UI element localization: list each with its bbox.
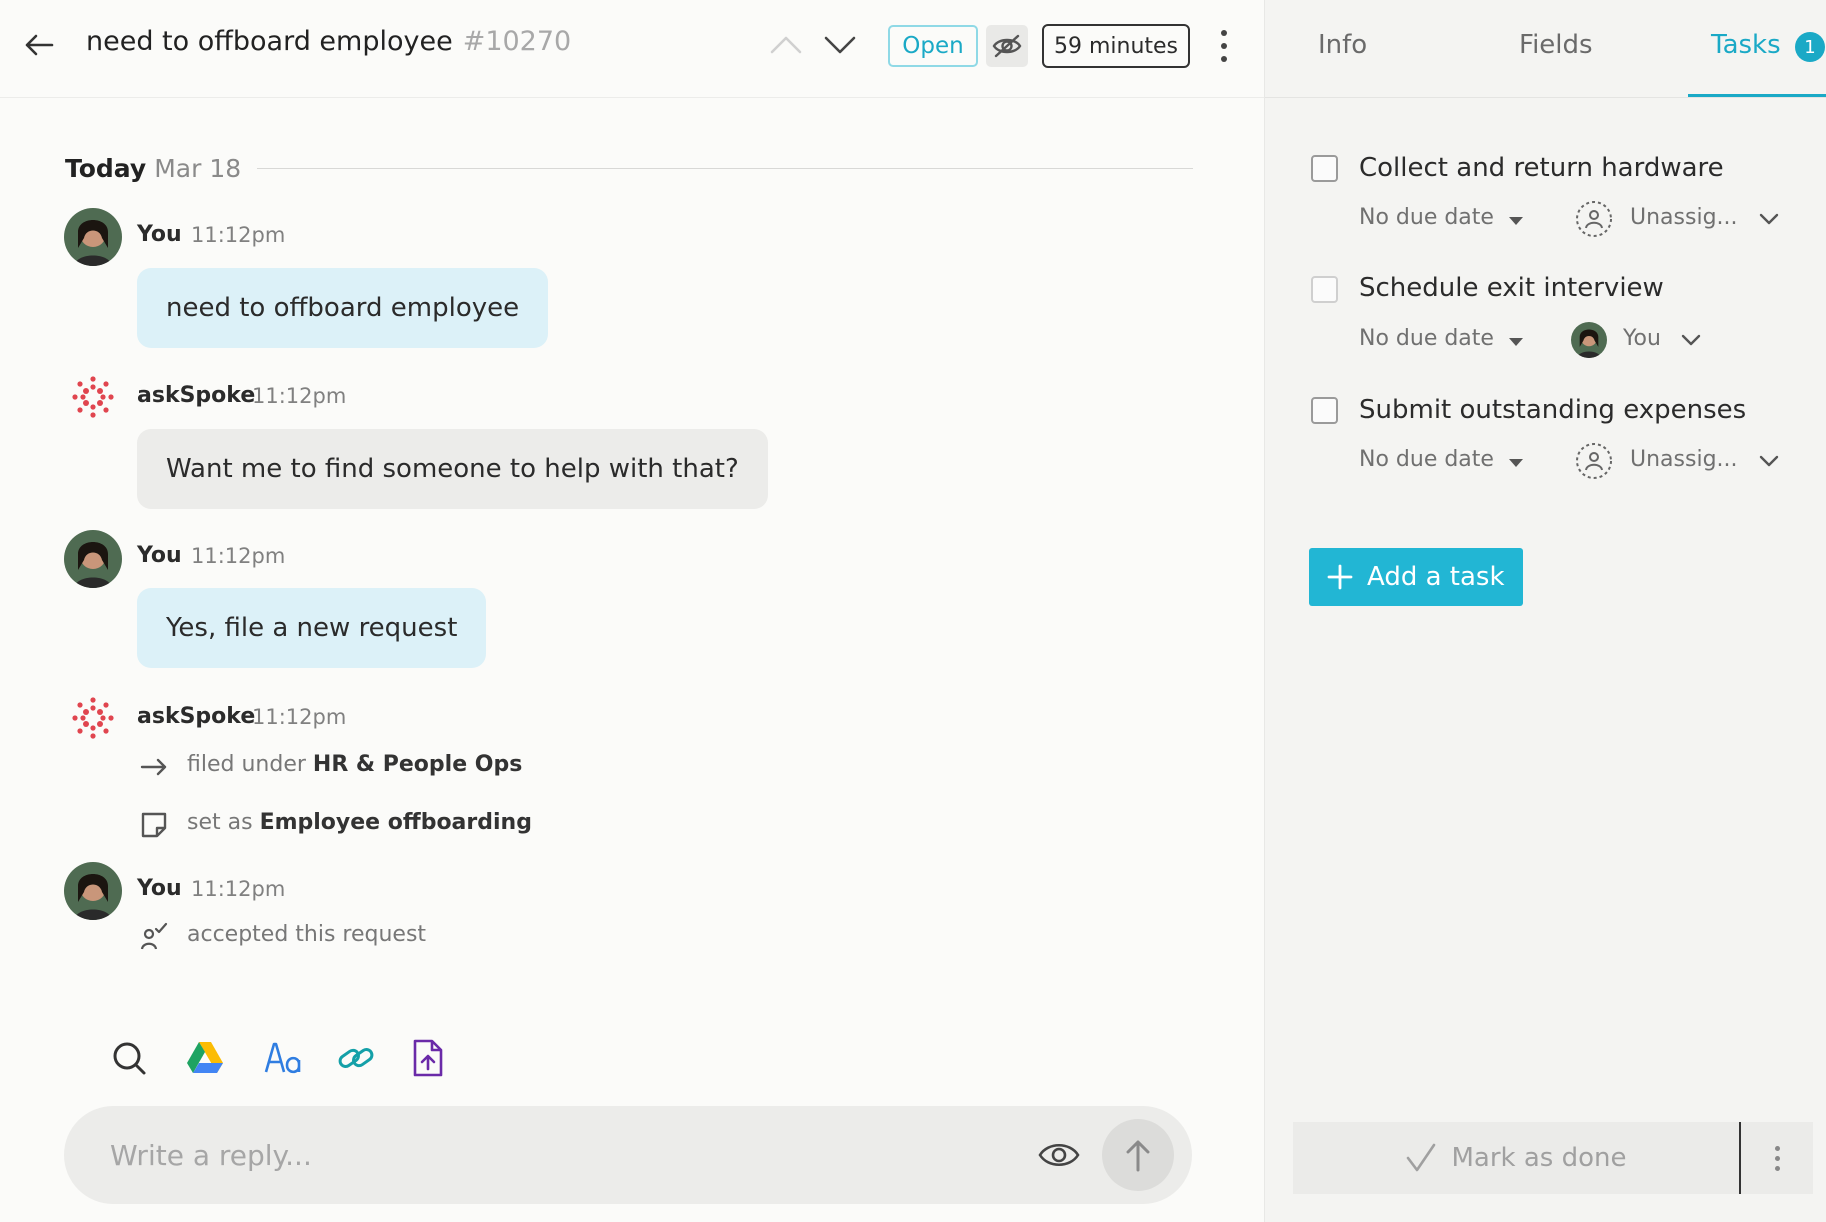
task-assignee[interactable]: Unassig... bbox=[1630, 205, 1738, 230]
date-today: Today bbox=[65, 154, 147, 183]
chevron-down-icon[interactable] bbox=[822, 30, 858, 60]
task-due-date[interactable]: No due date bbox=[1359, 447, 1494, 472]
unassigned-user-icon bbox=[1576, 201, 1612, 237]
tab-fields[interactable]: Fields bbox=[1519, 30, 1593, 60]
chevron-down-icon[interactable] bbox=[1681, 333, 1701, 347]
eye-icon[interactable] bbox=[1036, 1132, 1082, 1178]
unassigned-user-icon bbox=[1576, 443, 1612, 479]
event-set-as: set as Employee offboarding bbox=[187, 810, 532, 835]
message-author: You bbox=[137, 543, 182, 568]
arrow-right-icon bbox=[140, 758, 167, 776]
message-bubble: Want me to find someone to help with tha… bbox=[137, 429, 768, 509]
task-assignee[interactable]: You bbox=[1623, 326, 1661, 351]
request-title: need to offboard employee bbox=[86, 26, 453, 57]
event-prefix: set as bbox=[187, 810, 253, 835]
task-due-date[interactable]: No due date bbox=[1359, 205, 1494, 230]
send-button[interactable] bbox=[1102, 1119, 1174, 1191]
task-title: Schedule exit interview bbox=[1359, 273, 1664, 303]
task-checkbox[interactable] bbox=[1311, 397, 1338, 424]
event-accepted: accepted this request bbox=[187, 922, 426, 947]
task-title: Submit outstanding expenses bbox=[1359, 395, 1747, 425]
task-due-date[interactable]: No due date bbox=[1359, 326, 1494, 351]
task-checkbox[interactable] bbox=[1311, 155, 1338, 182]
message-author: askSpoke bbox=[137, 704, 256, 729]
search-icon[interactable] bbox=[109, 1038, 149, 1078]
event-filed-under: filed under HR & People Ops bbox=[187, 752, 522, 777]
mark-as-done-button[interactable]: Mark as done bbox=[1293, 1122, 1739, 1194]
message-time: 11:12pm bbox=[191, 223, 286, 247]
message-time: 11:12pm bbox=[252, 705, 347, 729]
message-author: You bbox=[137, 222, 182, 247]
message-time: 11:12pm bbox=[191, 877, 286, 901]
message-time: 11:12pm bbox=[191, 544, 286, 568]
page-title: need to offboard employee #10270 bbox=[86, 26, 571, 57]
chevron-down-icon[interactable] bbox=[1759, 454, 1779, 468]
tab-info[interactable]: Info bbox=[1318, 30, 1367, 60]
back-arrow-icon[interactable] bbox=[22, 28, 56, 62]
text-format-icon[interactable] bbox=[263, 1038, 303, 1078]
caret-down-icon[interactable] bbox=[1508, 216, 1524, 226]
message-time: 11:12pm bbox=[252, 384, 347, 408]
user-check-icon bbox=[140, 922, 168, 950]
mark-as-done-label: Mark as done bbox=[1451, 1143, 1627, 1173]
caret-down-icon[interactable] bbox=[1508, 337, 1524, 347]
more-options-icon[interactable] bbox=[1741, 1122, 1813, 1194]
event-request-type: Employee offboarding bbox=[259, 810, 532, 835]
task-title: Collect and return hardware bbox=[1359, 153, 1724, 183]
reply-input[interactable] bbox=[110, 1132, 1010, 1178]
task-assignee[interactable]: Unassig... bbox=[1630, 447, 1738, 472]
message-bubble: need to offboard employee bbox=[137, 268, 549, 348]
avatar bbox=[64, 862, 122, 920]
message-author: You bbox=[137, 876, 182, 901]
message-author: askSpoke bbox=[137, 383, 256, 408]
date-divider: Today Mar 18 bbox=[65, 154, 1193, 183]
chevron-down-icon[interactable] bbox=[1759, 212, 1779, 226]
mark-done-bar: Mark as done bbox=[1293, 1122, 1813, 1194]
event-prefix: accepted this request bbox=[187, 922, 427, 947]
tab-tasks[interactable]: Tasks bbox=[1711, 30, 1781, 60]
arrow-up-icon bbox=[1126, 1140, 1150, 1172]
tasks-count-badge: 1 bbox=[1795, 32, 1825, 62]
chevron-up-icon[interactable] bbox=[768, 30, 804, 60]
message-bubble: Yes, file a new request bbox=[137, 588, 487, 668]
hide-from-requester-button[interactable] bbox=[986, 25, 1028, 67]
askspoke-logo-icon bbox=[72, 376, 114, 418]
avatar bbox=[1571, 322, 1607, 358]
askspoke-logo-icon bbox=[72, 697, 114, 739]
request-header: need to offboard employee #10270 Open 59 … bbox=[0, 0, 1264, 98]
add-task-label: Add a task bbox=[1367, 562, 1505, 592]
note-icon bbox=[141, 812, 167, 838]
task-checkbox[interactable] bbox=[1311, 276, 1338, 303]
google-drive-icon[interactable] bbox=[185, 1038, 225, 1078]
event-category: HR & People Ops bbox=[312, 752, 523, 777]
avatar bbox=[64, 208, 122, 266]
timer-button[interactable]: 59 minutes bbox=[1042, 24, 1190, 68]
file-upload-icon[interactable] bbox=[408, 1038, 448, 1078]
eye-off-icon bbox=[992, 34, 1022, 58]
reply-composer bbox=[64, 1106, 1192, 1204]
date-value: Mar 18 bbox=[154, 154, 242, 183]
avatar bbox=[64, 530, 122, 588]
caret-down-icon[interactable] bbox=[1508, 458, 1524, 468]
conversation-pane: need to offboard employee #10270 Open 59 … bbox=[0, 0, 1264, 1222]
plus-icon bbox=[1327, 564, 1353, 590]
status-badge[interactable]: Open bbox=[888, 25, 978, 67]
active-tab-indicator bbox=[1688, 94, 1826, 97]
ticket-number: #10270 bbox=[462, 26, 572, 57]
link-icon[interactable] bbox=[336, 1038, 376, 1078]
divider-line bbox=[257, 168, 1193, 169]
details-pane: Info Fields Tasks 1 Collect and return h… bbox=[1264, 0, 1826, 1222]
add-task-button[interactable]: Add a task bbox=[1309, 548, 1523, 606]
checkmark-icon bbox=[1407, 1143, 1436, 1172]
more-options-icon[interactable] bbox=[1212, 28, 1236, 64]
event-prefix: filed under bbox=[187, 752, 306, 777]
details-tabs: Info Fields Tasks 1 bbox=[1265, 0, 1826, 98]
